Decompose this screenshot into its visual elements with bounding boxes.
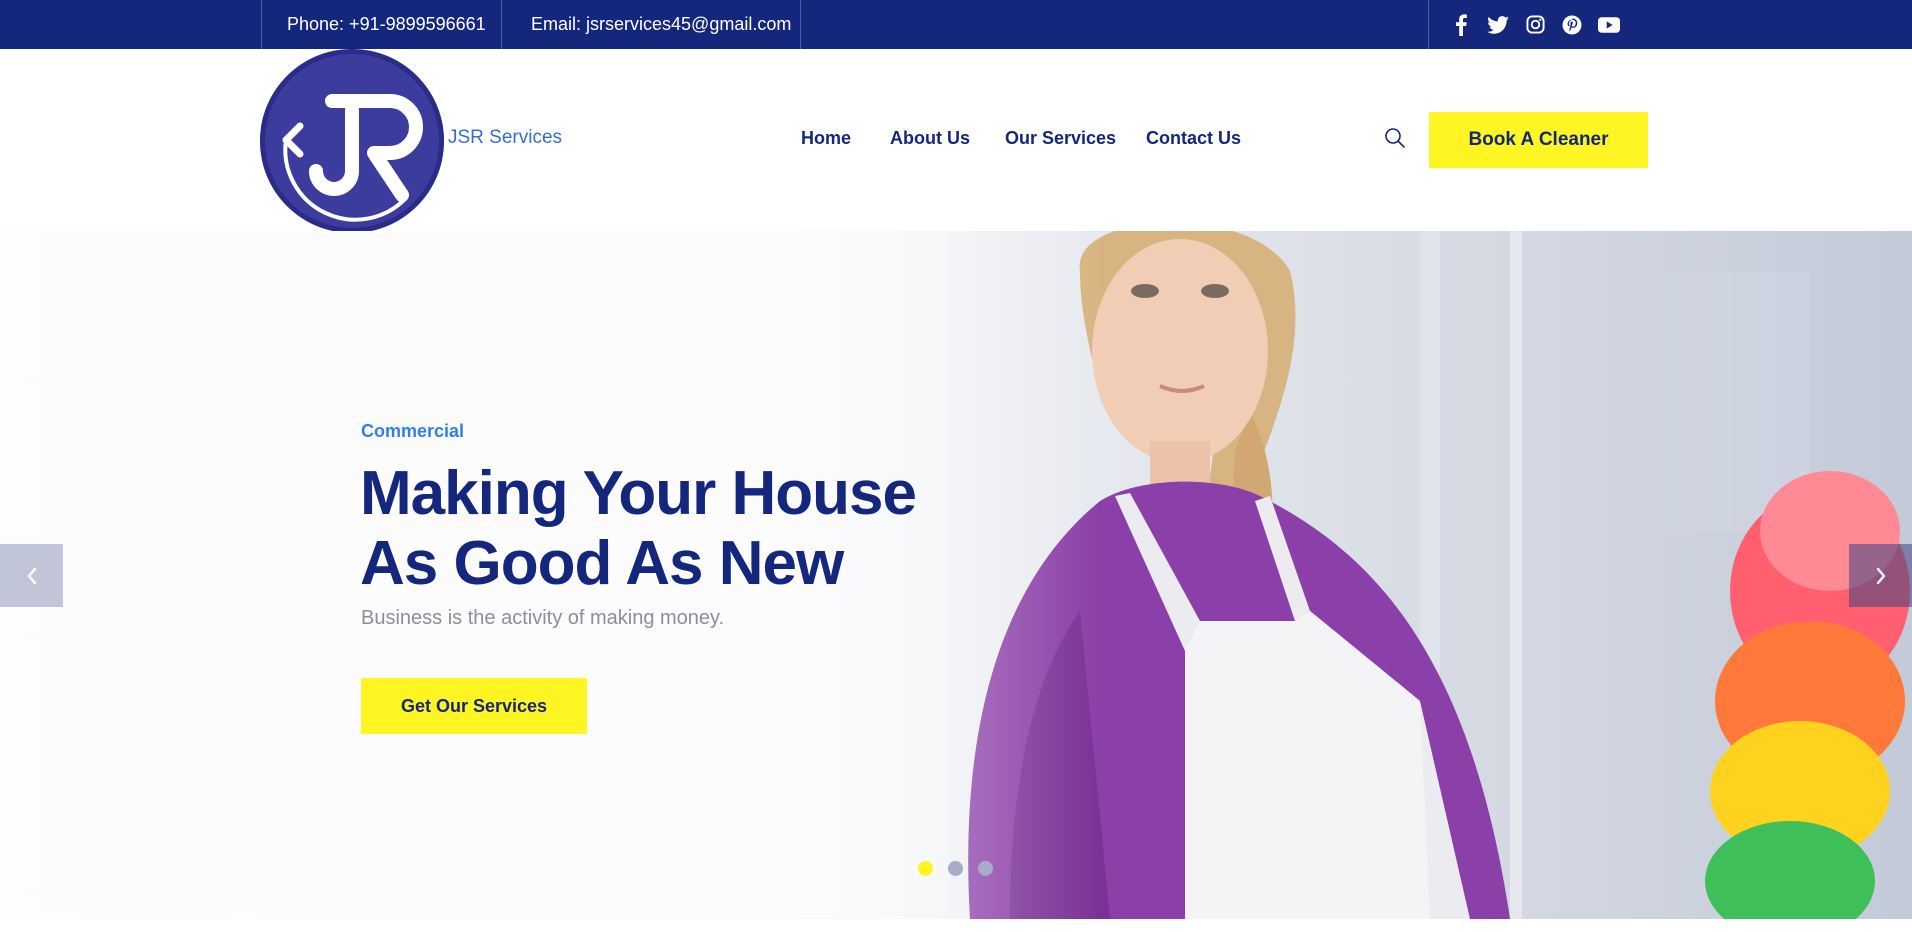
nav-home[interactable]: Home [801, 128, 851, 149]
hero-title-line-1: Making Your House [360, 459, 917, 528]
youtube-icon[interactable] [1598, 14, 1620, 36]
hero-subtitle: Business is the activity of making money… [361, 607, 725, 629]
divider [261, 0, 262, 49]
slider-dot-3[interactable] [978, 861, 993, 876]
slider-dot-2[interactable] [948, 861, 963, 876]
nav-about-us[interactable]: About Us [890, 128, 970, 149]
chevron-left-icon [27, 567, 36, 584]
nav-our-services[interactable]: Our Services [1005, 128, 1116, 149]
divider [800, 0, 801, 49]
email-text[interactable]: Email: jsrservices45@gmail.com [531, 0, 791, 49]
hero-title-line-2: As Good As New [360, 529, 844, 598]
hero-eyebrow: Commercial [361, 421, 465, 441]
phone-text[interactable]: Phone: +91-9899596661 [287, 0, 486, 49]
chevron-right-icon [1876, 567, 1885, 584]
top-bar: Phone: +91-9899596661 Email: jsrservices… [0, 0, 1912, 49]
slider-next-button[interactable] [1849, 544, 1912, 607]
get-services-button[interactable]: Get Our Services [361, 678, 587, 734]
nav-contact-us[interactable]: Contact Us [1146, 128, 1241, 149]
divider [501, 0, 502, 49]
book-cleaner-button[interactable]: Book A Cleaner [1429, 112, 1648, 168]
search-icon[interactable] [1384, 127, 1406, 149]
facebook-icon[interactable] [1450, 13, 1472, 36]
pinterest-icon[interactable] [1561, 14, 1583, 36]
instagram-icon[interactable] [1524, 14, 1546, 36]
twitter-icon[interactable] [1487, 14, 1509, 36]
divider [1428, 0, 1429, 49]
hero-slider: Commercial Making Your House As Good As … [0, 231, 1912, 919]
slider-prev-button[interactable] [0, 544, 63, 607]
logo-mark-icon [261, 50, 443, 232]
social-links [1450, 0, 1620, 49]
hero-title: Making Your House As Good As New [360, 459, 960, 599]
slider-dot-1[interactable] [918, 861, 933, 876]
logo[interactable] [260, 49, 444, 233]
slider-dots [918, 861, 993, 876]
brand-name[interactable]: JSR Services [448, 127, 562, 149]
